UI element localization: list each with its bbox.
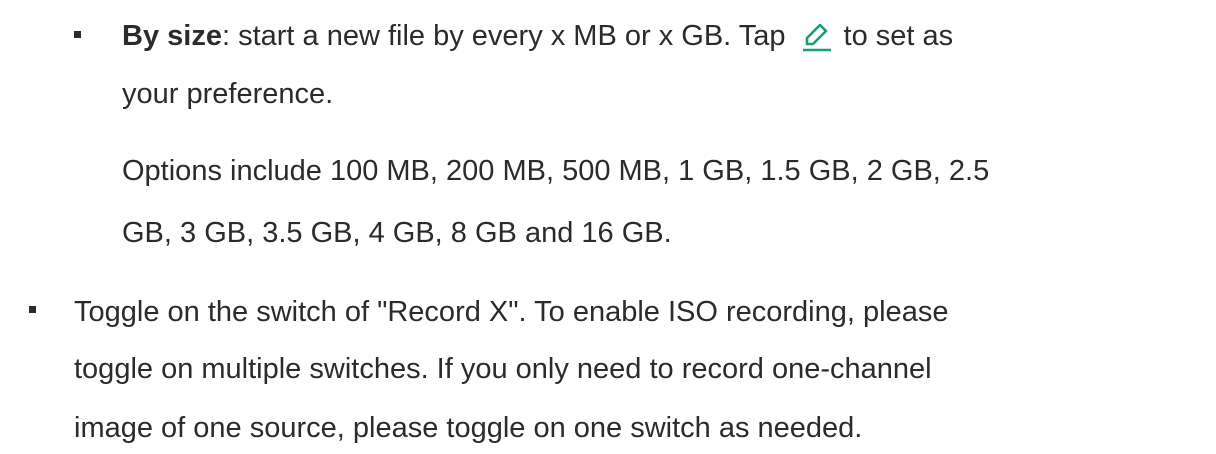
size-option-line-2: your preference. [122,78,334,110]
pencil-edit-icon[interactable] [800,16,834,52]
record-switch-line-3: image of one source, please toggle on on… [74,412,863,444]
size-option-text-after-icon: to set as [843,20,954,52]
size-option-line-4: GB, 3 GB, 3.5 GB, 4 GB, 8 GB and 16 GB. [122,217,672,249]
record-switch-line-1: Toggle on the switch of "Record X". To e… [74,296,949,328]
size-option-term: By size [122,20,222,52]
bullet-icon [29,306,36,313]
size-option-line-1: By size: start a new file by every x MB … [122,8,953,64]
size-option-text-before-icon: : start a new file by every x MB or x GB… [221,20,786,52]
size-option-line-3: Options include 100 MB, 200 MB, 500 MB, … [122,155,990,187]
record-switch-line-2: toggle on multiple switches. If you only… [74,353,932,385]
bullet-icon [74,31,81,38]
